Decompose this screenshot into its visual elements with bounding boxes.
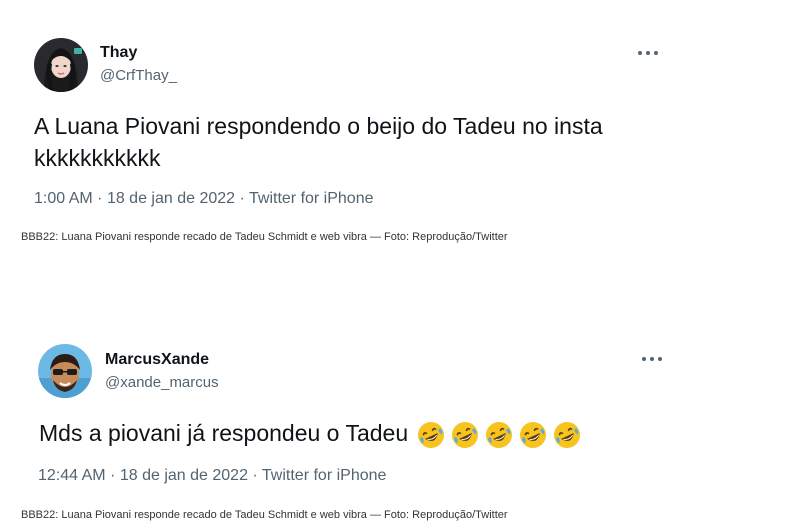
rolling-on-floor-laughing-icon: [554, 421, 581, 448]
emoji-row: [416, 420, 586, 450]
more-options-icon[interactable]: [641, 352, 663, 366]
rolling-on-floor-laughing-icon: [486, 421, 513, 448]
rolling-on-floor-laughing-icon: [452, 421, 479, 448]
meta-separator: ·: [110, 467, 116, 484]
tweet-source[interactable]: Twitter for iPhone: [249, 190, 374, 207]
tweet-card: Thay @CrfThay_ A Luana Piovani responden…: [18, 18, 678, 223]
tweet-date[interactable]: 18 de jan de 2022: [120, 467, 248, 484]
rolling-on-floor-laughing-icon: [418, 421, 445, 448]
image-caption: BBB22: Luana Piovani responde recado de …: [21, 231, 508, 243]
dot-icon: [646, 51, 650, 55]
tweet-date[interactable]: 18 de jan de 2022: [107, 190, 235, 207]
tweet-text-container: Mds a piovani já respondeu o Tadeu: [39, 417, 639, 450]
tweet-metadata: 12:44 AM · 18 de jan de 2022 · Twitter f…: [38, 467, 386, 485]
tweet-source[interactable]: Twitter for iPhone: [262, 467, 387, 484]
tweet-time[interactable]: 1:00 AM: [34, 190, 93, 207]
dot-icon: [638, 51, 642, 55]
dot-icon: [654, 51, 658, 55]
tweet-time[interactable]: 12:44 AM: [38, 467, 106, 484]
display-name[interactable]: MarcusXande: [105, 351, 209, 369]
rolling-on-floor-laughing-icon: [520, 421, 547, 448]
dot-icon: [650, 357, 654, 361]
user-handle[interactable]: @CrfThay_: [100, 67, 177, 84]
user-handle[interactable]: @xande_marcus: [105, 374, 219, 391]
tweet-text: A Luana Piovani respondendo o beijo do T…: [34, 113, 603, 171]
display-name[interactable]: Thay: [100, 44, 137, 62]
tweet-metadata: 1:00 AM · 18 de jan de 2022 · Twitter fo…: [34, 190, 374, 208]
dot-icon: [642, 357, 646, 361]
avatar[interactable]: [38, 344, 92, 398]
dot-icon: [658, 357, 662, 361]
tweet-card: MarcusXande @xande_marcus Mds a piovani …: [22, 326, 682, 491]
meta-separator: ·: [252, 467, 258, 484]
more-options-icon[interactable]: [637, 46, 659, 60]
meta-separator: ·: [239, 190, 245, 207]
image-caption: BBB22: Luana Piovani responde recado de …: [21, 509, 508, 521]
meta-separator: ·: [97, 190, 103, 207]
tweet-text: Mds a piovani já respondeu o Tadeu: [39, 420, 409, 446]
avatar[interactable]: [34, 38, 88, 92]
